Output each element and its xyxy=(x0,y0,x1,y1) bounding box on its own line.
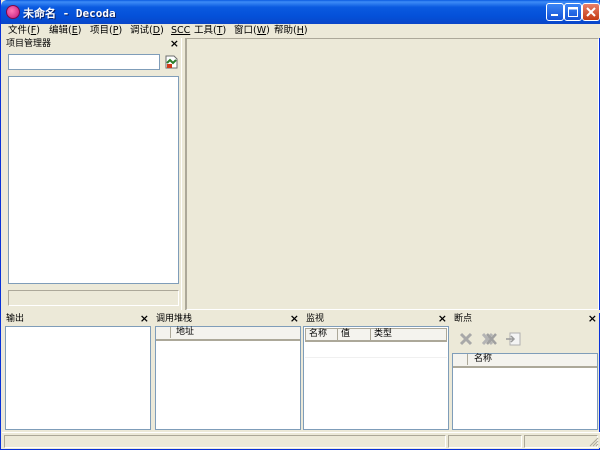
goto-breakpoint-icon xyxy=(506,332,521,346)
watch-column-name[interactable]: 名称 xyxy=(306,329,338,340)
status-bar xyxy=(2,432,600,448)
callstack-column-address[interactable]: 地址 xyxy=(171,327,300,338)
status-pane-3 xyxy=(524,435,598,448)
output-panel: 输出 × xyxy=(3,312,151,431)
output-title: 输出 xyxy=(6,314,25,324)
watch-column-type[interactable]: 类型 xyxy=(371,329,446,340)
project-status-area xyxy=(8,290,179,306)
menu-debug[interactable]: 调试(D) xyxy=(130,24,164,38)
menu-scc[interactable]: SCC xyxy=(171,24,190,38)
status-pane-2 xyxy=(448,435,522,448)
callstack-header: 调用堆栈 × xyxy=(153,312,301,325)
minimize-icon xyxy=(551,14,558,16)
menu-file[interactable]: 文件(F) xyxy=(8,24,40,38)
maximize-button[interactable] xyxy=(564,3,582,21)
watch-list[interactable]: 名称 值 类型 xyxy=(303,326,449,430)
close-icon xyxy=(586,7,596,17)
main-window: 未命名 - Decoda 文件(F) 编辑(E) 项目(P) 调试(D) SCC… xyxy=(0,0,600,450)
project-manager-panel: 项目管理器 × xyxy=(3,37,181,310)
project-manager-header: 项目管理器 × xyxy=(3,37,181,50)
callstack-title: 调用堆栈 xyxy=(156,314,193,324)
minimize-button[interactable] xyxy=(546,3,564,21)
editor-area[interactable] xyxy=(186,38,599,310)
menu-edit[interactable]: 编辑(E) xyxy=(49,24,81,38)
callstack-column-marker[interactable] xyxy=(156,327,171,338)
output-text-area[interactable] xyxy=(5,326,151,430)
watch-header: 监视 × xyxy=(303,312,449,325)
callstack-column-header: 地址 xyxy=(156,327,300,341)
window-title: 未命名 - Decoda xyxy=(23,7,116,20)
watch-title: 监视 xyxy=(306,314,325,324)
menu-help[interactable]: 帮助(H) xyxy=(274,24,308,38)
delete-all-breakpoints-icon xyxy=(481,332,497,346)
watch-column-header: 名称 值 类型 xyxy=(305,328,447,342)
output-header: 输出 × xyxy=(3,312,151,325)
project-manager-close-button[interactable]: × xyxy=(170,37,179,50)
watch-panel: 监视 × 名称 值 类型 xyxy=(303,312,449,431)
decoda-app-icon xyxy=(6,5,20,19)
maximize-icon xyxy=(568,7,578,17)
project-filter-button[interactable] xyxy=(161,52,181,72)
callstack-close-button[interactable]: × xyxy=(290,312,299,325)
breakpoints-panel: 断点 × 名称 xyxy=(451,312,599,431)
project-tree[interactable] xyxy=(8,76,179,284)
project-manager-title: 项目管理器 xyxy=(6,39,52,49)
output-close-button[interactable]: × xyxy=(140,312,149,325)
delete-breakpoint-icon xyxy=(459,332,473,346)
breakpoints-column-name[interactable]: 名称 xyxy=(468,354,597,365)
delete-breakpoint-button[interactable] xyxy=(456,329,476,349)
title-bar[interactable]: 未命名 - Decoda xyxy=(1,0,600,24)
breakpoints-title: 断点 xyxy=(454,314,473,324)
callstack-panel: 调用堆栈 × 地址 xyxy=(153,312,301,431)
watch-empty-row[interactable] xyxy=(305,357,447,358)
breakpoints-column-header: 名称 xyxy=(453,354,597,368)
watch-close-button[interactable]: × xyxy=(438,312,447,325)
menu-bar: 文件(F) 编辑(E) 项目(P) 调试(D) SCC 工具(T) 窗口(W) … xyxy=(2,24,600,38)
menu-window[interactable]: 窗口(W) xyxy=(234,24,270,38)
status-pane-main xyxy=(4,435,446,448)
menu-project[interactable]: 项目(P) xyxy=(90,24,122,38)
filter-files-icon xyxy=(165,55,178,69)
delete-all-breakpoints-button[interactable] xyxy=(479,329,499,349)
resize-grip-icon[interactable] xyxy=(588,436,599,447)
callstack-list[interactable]: 地址 xyxy=(155,326,301,430)
breakpoints-close-button[interactable]: × xyxy=(588,312,597,325)
project-search-input[interactable] xyxy=(8,54,160,70)
breakpoints-column-marker[interactable] xyxy=(453,354,468,365)
goto-breakpoint-button[interactable] xyxy=(503,329,523,349)
breakpoints-list[interactable]: 名称 xyxy=(452,353,598,430)
watch-column-value[interactable]: 值 xyxy=(338,329,371,340)
breakpoints-header: 断点 × xyxy=(451,312,599,325)
close-button[interactable] xyxy=(582,3,600,21)
menu-tools[interactable]: 工具(T) xyxy=(194,24,226,38)
